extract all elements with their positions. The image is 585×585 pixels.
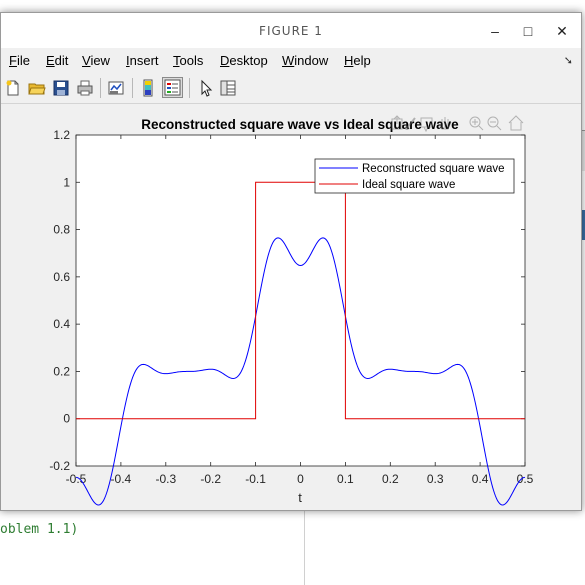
plot-area: -0.2 0 0.2 0.4 0.6 0.8 1 1.2 -0.5 -0.4 -0.3 -0.2 -0… bbox=[1, 104, 581, 510]
y-tick-label: -0.2 bbox=[49, 459, 70, 473]
y-tick-label: 1 bbox=[63, 175, 70, 189]
menu-view[interactable]: View bbox=[82, 53, 110, 68]
x-tick-label: 0 bbox=[297, 472, 304, 486]
x-tick-label: 0.4 bbox=[472, 472, 489, 486]
insert-colorbar-icon[interactable] bbox=[139, 79, 157, 97]
editor-code-line: oblem 1.1) bbox=[0, 522, 79, 537]
y-tick-label: 0.6 bbox=[53, 270, 70, 284]
y-tick-label: 1.2 bbox=[53, 128, 70, 142]
menu-dock-arrow-icon[interactable]: ➘ bbox=[564, 54, 573, 67]
x-axis-label: t bbox=[298, 490, 302, 505]
y-tick-label: 0 bbox=[63, 412, 70, 426]
menu-edit[interactable]: Edit bbox=[46, 53, 68, 68]
x-tick-label: -0.1 bbox=[245, 472, 266, 486]
x-tick-label: 0.5 bbox=[517, 472, 534, 486]
y-tick-label: 0.4 bbox=[53, 317, 70, 331]
menu-desktop[interactable]: Desktop bbox=[220, 53, 268, 68]
chart-title: Reconstructed square wave vs Ideal squar… bbox=[141, 117, 459, 132]
zoom-in-icon[interactable] bbox=[469, 116, 484, 131]
legend-label-ideal: Ideal square wave bbox=[362, 179, 455, 191]
link-plot-icon[interactable] bbox=[107, 79, 125, 97]
x-tick-label: -0.4 bbox=[111, 472, 132, 486]
menu-insert[interactable]: Insert bbox=[126, 53, 159, 68]
menu-file[interactable]: File bbox=[9, 53, 30, 68]
figure-window: FIGURE 1 – □ ✕ File Edit View Insert Too… bbox=[0, 12, 582, 511]
property-inspector-icon[interactable] bbox=[219, 79, 237, 97]
new-figure-icon[interactable] bbox=[4, 79, 22, 97]
x-tick-label: -0.2 bbox=[200, 472, 221, 486]
menu-bar: File Edit View Insert Tools Desktop Wind… bbox=[1, 48, 581, 73]
edit-plot-arrow-icon[interactable] bbox=[197, 79, 215, 97]
x-tick-label: -0.3 bbox=[155, 472, 176, 486]
title-bar[interactable]: FIGURE 1 – □ ✕ bbox=[1, 13, 581, 48]
close-button[interactable]: ✕ bbox=[551, 21, 573, 41]
x-tick-label: 0.2 bbox=[382, 472, 399, 486]
y-tick-label: 0.8 bbox=[53, 223, 70, 237]
legend-label-reconstructed: Reconstructed square wave bbox=[362, 163, 505, 175]
minimize-button[interactable]: – bbox=[484, 21, 506, 41]
open-file-icon[interactable] bbox=[28, 79, 46, 97]
figure-toolbar bbox=[1, 73, 581, 104]
editor-divider bbox=[304, 505, 305, 585]
chart-svg[interactable]: -0.200.20.40.60.811.2 -0.5 -0.4 -0.3 -0.2 -0… bbox=[1, 104, 581, 510]
legend[interactable]: Reconstructed square wave Ideal square w… bbox=[314, 158, 515, 194]
toolbar-separator bbox=[189, 78, 190, 98]
toolbar-separator bbox=[132, 78, 133, 98]
x-tick-label: 0.3 bbox=[427, 472, 444, 486]
menu-tools[interactable]: Tools bbox=[173, 53, 203, 68]
home-icon[interactable] bbox=[508, 115, 524, 131]
x-tick-label: 0.1 bbox=[337, 472, 354, 486]
zoom-out-icon[interactable] bbox=[487, 116, 502, 131]
menu-help[interactable]: Help bbox=[344, 53, 371, 68]
save-icon[interactable] bbox=[52, 79, 70, 97]
menu-window[interactable]: Window bbox=[282, 53, 328, 68]
toolbar-separator bbox=[100, 78, 101, 98]
y-tick-label: 0.2 bbox=[53, 364, 70, 378]
maximize-button[interactable]: □ bbox=[517, 21, 539, 41]
insert-legend-icon[interactable] bbox=[162, 77, 183, 98]
print-icon[interactable] bbox=[76, 79, 94, 97]
